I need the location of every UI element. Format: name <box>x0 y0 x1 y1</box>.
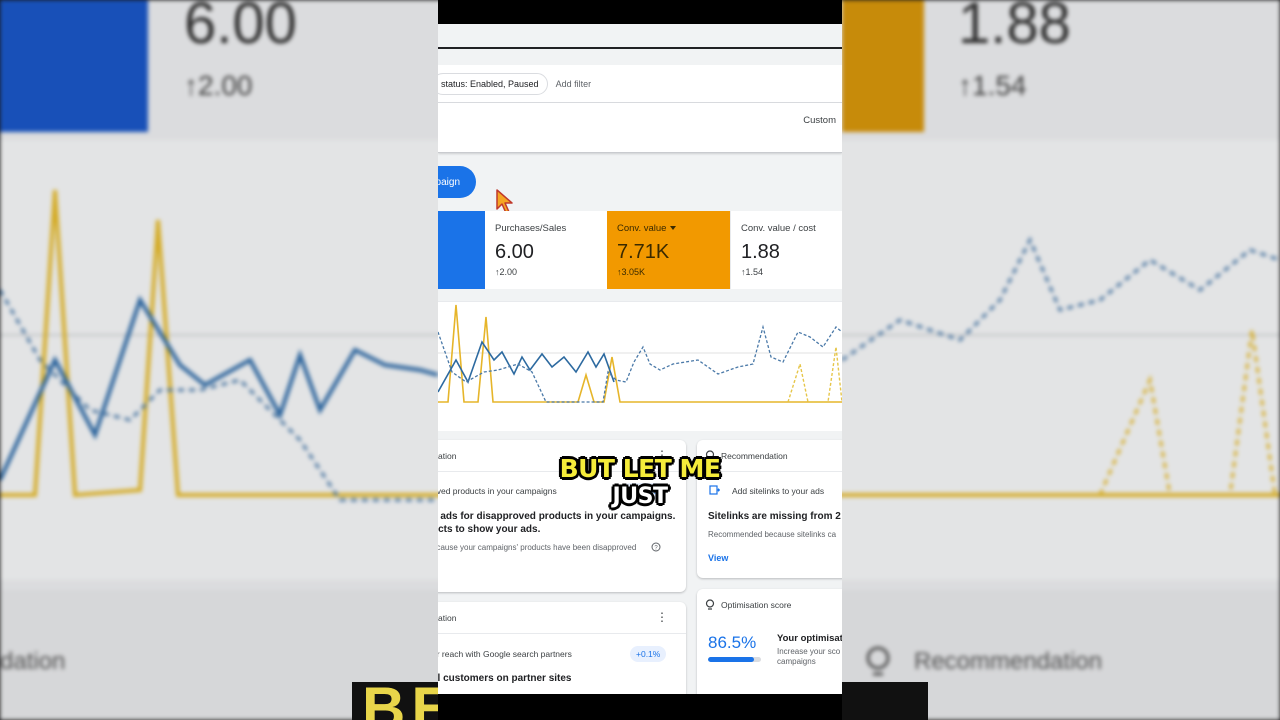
date-range-bar: Custom <box>438 103 842 153</box>
optimisation-score-fill <box>708 657 754 662</box>
status-filter-chip[interactable]: status: Enabled, Paused <box>438 72 548 95</box>
performance-chart <box>438 301 842 431</box>
metric-delta: ↑3.05K <box>617 267 646 277</box>
metric-tiles: Purchases/Sales 6.00 ↑2.00 Conv. value 7… <box>438 211 842 289</box>
metric-value: 6.00 <box>495 241 534 263</box>
new-campaign-button[interactable]: paign <box>438 166 476 198</box>
card-title: al customers on partner sites <box>438 673 572 684</box>
card-title-line2: ucts to show your ads. <box>438 524 541 535</box>
lightbulb-icon <box>705 599 715 610</box>
google-ads-screen: status: Enabled, Paused Add filter Custo… <box>438 24 842 694</box>
metric-delta: ↑1.54 <box>741 267 764 277</box>
caption-line2: JUST <box>612 484 668 509</box>
series-blue-solid <box>438 340 615 393</box>
view-link[interactable]: View <box>708 553 728 563</box>
optimisation-score-bar <box>708 657 761 662</box>
optimisation-score-card[interactable]: Optimisation score 86.5% Your optimisat … <box>697 589 842 694</box>
card-note-line2: campaigns <box>777 657 816 666</box>
metric-label: Purchases/Sales <box>495 223 567 234</box>
recommendation-card-search-partners[interactable]: ation ⋮ ur reach with Google search part… <box>438 602 686 694</box>
caption-line1: BUT LET ME <box>559 454 721 483</box>
series-blue-dashed <box>438 324 842 403</box>
help-icon[interactable]: ? <box>651 542 661 552</box>
dropdown-caret-icon[interactable] <box>670 226 677 231</box>
metric-delta: ↑2.00 <box>495 267 518 277</box>
card-note: ecause your campaigns' products have bee… <box>438 543 637 552</box>
metric-label: Conv. value <box>617 223 667 234</box>
metric-tile-selected-blue[interactable] <box>438 211 485 289</box>
metric-tile-conv-value-cost[interactable]: Conv. value / cost 1.88 ↑1.54 <box>730 211 842 289</box>
card-subtitle: ur reach with Google search partners <box>438 649 572 659</box>
optimisation-score-value: 86.5% <box>708 633 757 652</box>
card-header: Optimisation score <box>721 600 792 610</box>
card-title-line1: e ads for disapproved products in your c… <box>438 511 676 522</box>
metric-tile-conv-value[interactable]: Conv. value 7.71K ↑3.05K <box>607 211 730 289</box>
metric-value: 1.88 <box>741 241 780 263</box>
phone-frame: status: Enabled, Paused Add filter Custo… <box>438 0 842 720</box>
more-options-icon[interactable]: ⋮ <box>656 611 668 623</box>
metric-value: 7.71K <box>617 241 670 263</box>
video-caption: BUT LET ME JUST <box>438 455 842 511</box>
card-title: Sitelinks are missing from 2 ca <box>708 511 842 522</box>
date-range-selector[interactable]: Custom <box>803 115 836 126</box>
video-frame: 6.00 ↑2.00 1.88 ↑1.54 dation Recommendat… <box>0 0 1280 720</box>
metric-tile-purchases[interactable]: Purchases/Sales 6.00 ↑2.00 <box>485 211 607 289</box>
uplift-badge: +0.1% <box>630 646 667 662</box>
card-title: Your optimisat <box>777 633 842 644</box>
card-note-line1: Increase your sco <box>777 647 841 656</box>
series-gold-dashed <box>787 346 842 403</box>
card-header: ation <box>438 612 457 623</box>
add-filter-button[interactable]: Add filter <box>556 79 592 89</box>
performance-chart-plot <box>438 304 842 403</box>
top-bar <box>438 24 842 49</box>
filter-bar: status: Enabled, Paused Add filter <box>438 65 842 103</box>
metric-label: Conv. value / cost <box>741 223 816 234</box>
card-note: Recommended because sitelinks ca <box>708 530 837 539</box>
